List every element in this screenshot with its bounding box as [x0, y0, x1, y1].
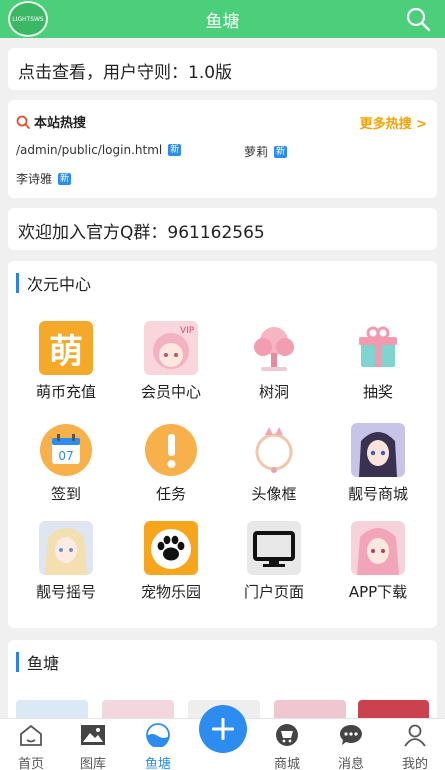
- calendar-icon: 07: [39, 423, 93, 477]
- grid-label: 靓号摇号: [35, 583, 96, 601]
- grid-item-lottery[interactable]: 抽奖: [328, 321, 428, 402]
- avatar-frame-icon: [247, 423, 301, 477]
- tab-gallery[interactable]: 图库: [68, 723, 118, 770]
- tab-label: 首页: [17, 757, 44, 770]
- grid-label: 任务: [155, 485, 186, 503]
- grid-item-vip-center[interactable]: VIP 会员中心: [121, 321, 221, 402]
- section-bar: [16, 273, 19, 293]
- meng-coin-icon: 萌: [39, 321, 93, 375]
- new-badge: 新: [274, 145, 288, 158]
- pink-tree-icon: [247, 321, 301, 375]
- pond-icon: [146, 723, 170, 748]
- grid-item-tree-hole[interactable]: 树洞: [224, 321, 324, 402]
- qq-group-banner[interactable]: 欢迎加入官方Q群：961162565: [8, 208, 437, 250]
- section-bar: [16, 652, 19, 672]
- search-icon[interactable]: [405, 6, 431, 32]
- grid-label: 签到: [50, 485, 81, 503]
- grid-label: 会员中心: [140, 383, 201, 401]
- exclamation-icon: [144, 423, 198, 477]
- tab-profile[interactable]: 我的: [390, 723, 440, 770]
- grid-item-avatar-frame[interactable]: 头像框: [224, 423, 324, 504]
- hot-search-card: 本站热搜 更多热搜 > /admin/public/login.html 新 萝…: [8, 100, 437, 198]
- section-header: 次元中心: [16, 271, 91, 295]
- gallery-icon: [81, 725, 105, 745]
- tab-label: 商城: [273, 757, 300, 770]
- section-title: 鱼塘: [27, 654, 60, 673]
- grid-item-vip-number-shop[interactable]: 靓号商城: [328, 423, 428, 504]
- more-hot-search-link[interactable]: 更多热搜 >: [360, 113, 427, 132]
- grid-label: 宠物乐园: [140, 583, 201, 601]
- page-title: 鱼塘: [205, 12, 240, 32]
- grid-item-meng-coin[interactable]: 萌 萌币充值: [16, 321, 116, 402]
- hot-search-item[interactable]: 萝莉 新: [244, 143, 288, 160]
- anime-girl-pink-icon: [351, 521, 405, 575]
- dimension-center-card: 次元中心 萌 萌币充值 VIP 会员中心 树洞 抽奖 07 签到 任务 头像框 …: [8, 261, 437, 628]
- hot-search-header: 本站热搜: [16, 112, 86, 131]
- grid-label: 头像框: [251, 485, 297, 503]
- tab-label: 鱼塘: [144, 757, 171, 770]
- plus-icon: [212, 718, 234, 740]
- home-icon: [20, 724, 42, 746]
- user-icon: [404, 724, 426, 747]
- tab-messages[interactable]: 消息: [326, 723, 376, 770]
- svg-text:VIP: VIP: [180, 326, 195, 336]
- search-icon: [16, 115, 30, 129]
- grid-item-number-lottery[interactable]: 靓号摇号: [16, 521, 116, 602]
- anime-girl-dark-icon: [351, 423, 405, 477]
- meng-char: 萌: [49, 331, 83, 372]
- hot-search-title: 本站热搜: [34, 116, 87, 131]
- new-badge: 新: [168, 144, 182, 156]
- tab-home[interactable]: 首页: [6, 723, 56, 770]
- new-badge: 新: [58, 172, 72, 185]
- section-title: 次元中心: [27, 275, 92, 294]
- hot-search-item[interactable]: /admin/public/login.html 新: [16, 143, 182, 157]
- tab-label: 我的: [401, 757, 428, 770]
- add-post-button[interactable]: [199, 705, 247, 753]
- grid-item-pet-park[interactable]: 宠物乐园: [121, 521, 221, 602]
- hot-search-item[interactable]: 李诗雅 新: [16, 170, 72, 187]
- section-header: 鱼塘: [16, 650, 59, 674]
- paw-icon: [144, 521, 198, 575]
- grid-label: 门户页面: [243, 583, 304, 601]
- tab-label: 消息: [337, 757, 364, 770]
- tab-pond[interactable]: 鱼塘: [133, 723, 183, 770]
- grid-item-task[interactable]: 任务: [121, 423, 221, 504]
- anime-girl-blonde-icon: [39, 521, 93, 575]
- rules-notice[interactable]: 点击查看，用户守则：1.0版: [8, 48, 437, 90]
- grid-label: 靓号商城: [347, 485, 408, 503]
- cart-icon: [276, 724, 298, 746]
- tab-shop[interactable]: 商城: [262, 723, 312, 770]
- grid-item-app-download[interactable]: APP下载: [328, 521, 428, 602]
- message-icon: [339, 724, 362, 745]
- calendar-day: 07: [58, 449, 73, 463]
- grid-label: 萌币充值: [35, 383, 96, 401]
- grid-item-checkin[interactable]: 07 签到: [16, 423, 116, 504]
- anime-avatar-pink-icon: VIP: [144, 321, 198, 375]
- grid-item-portal-page[interactable]: 门户页面: [224, 521, 324, 602]
- grid-label: 树洞: [258, 383, 289, 401]
- top-bar: LIGHTSWS 鱼塘: [0, 0, 445, 38]
- grid-label: APP下载: [348, 583, 408, 601]
- gift-box-icon: [351, 321, 405, 375]
- tab-label: 图库: [79, 757, 106, 770]
- monitor-icon: [247, 521, 301, 575]
- grid-label: 抽奖: [362, 383, 393, 401]
